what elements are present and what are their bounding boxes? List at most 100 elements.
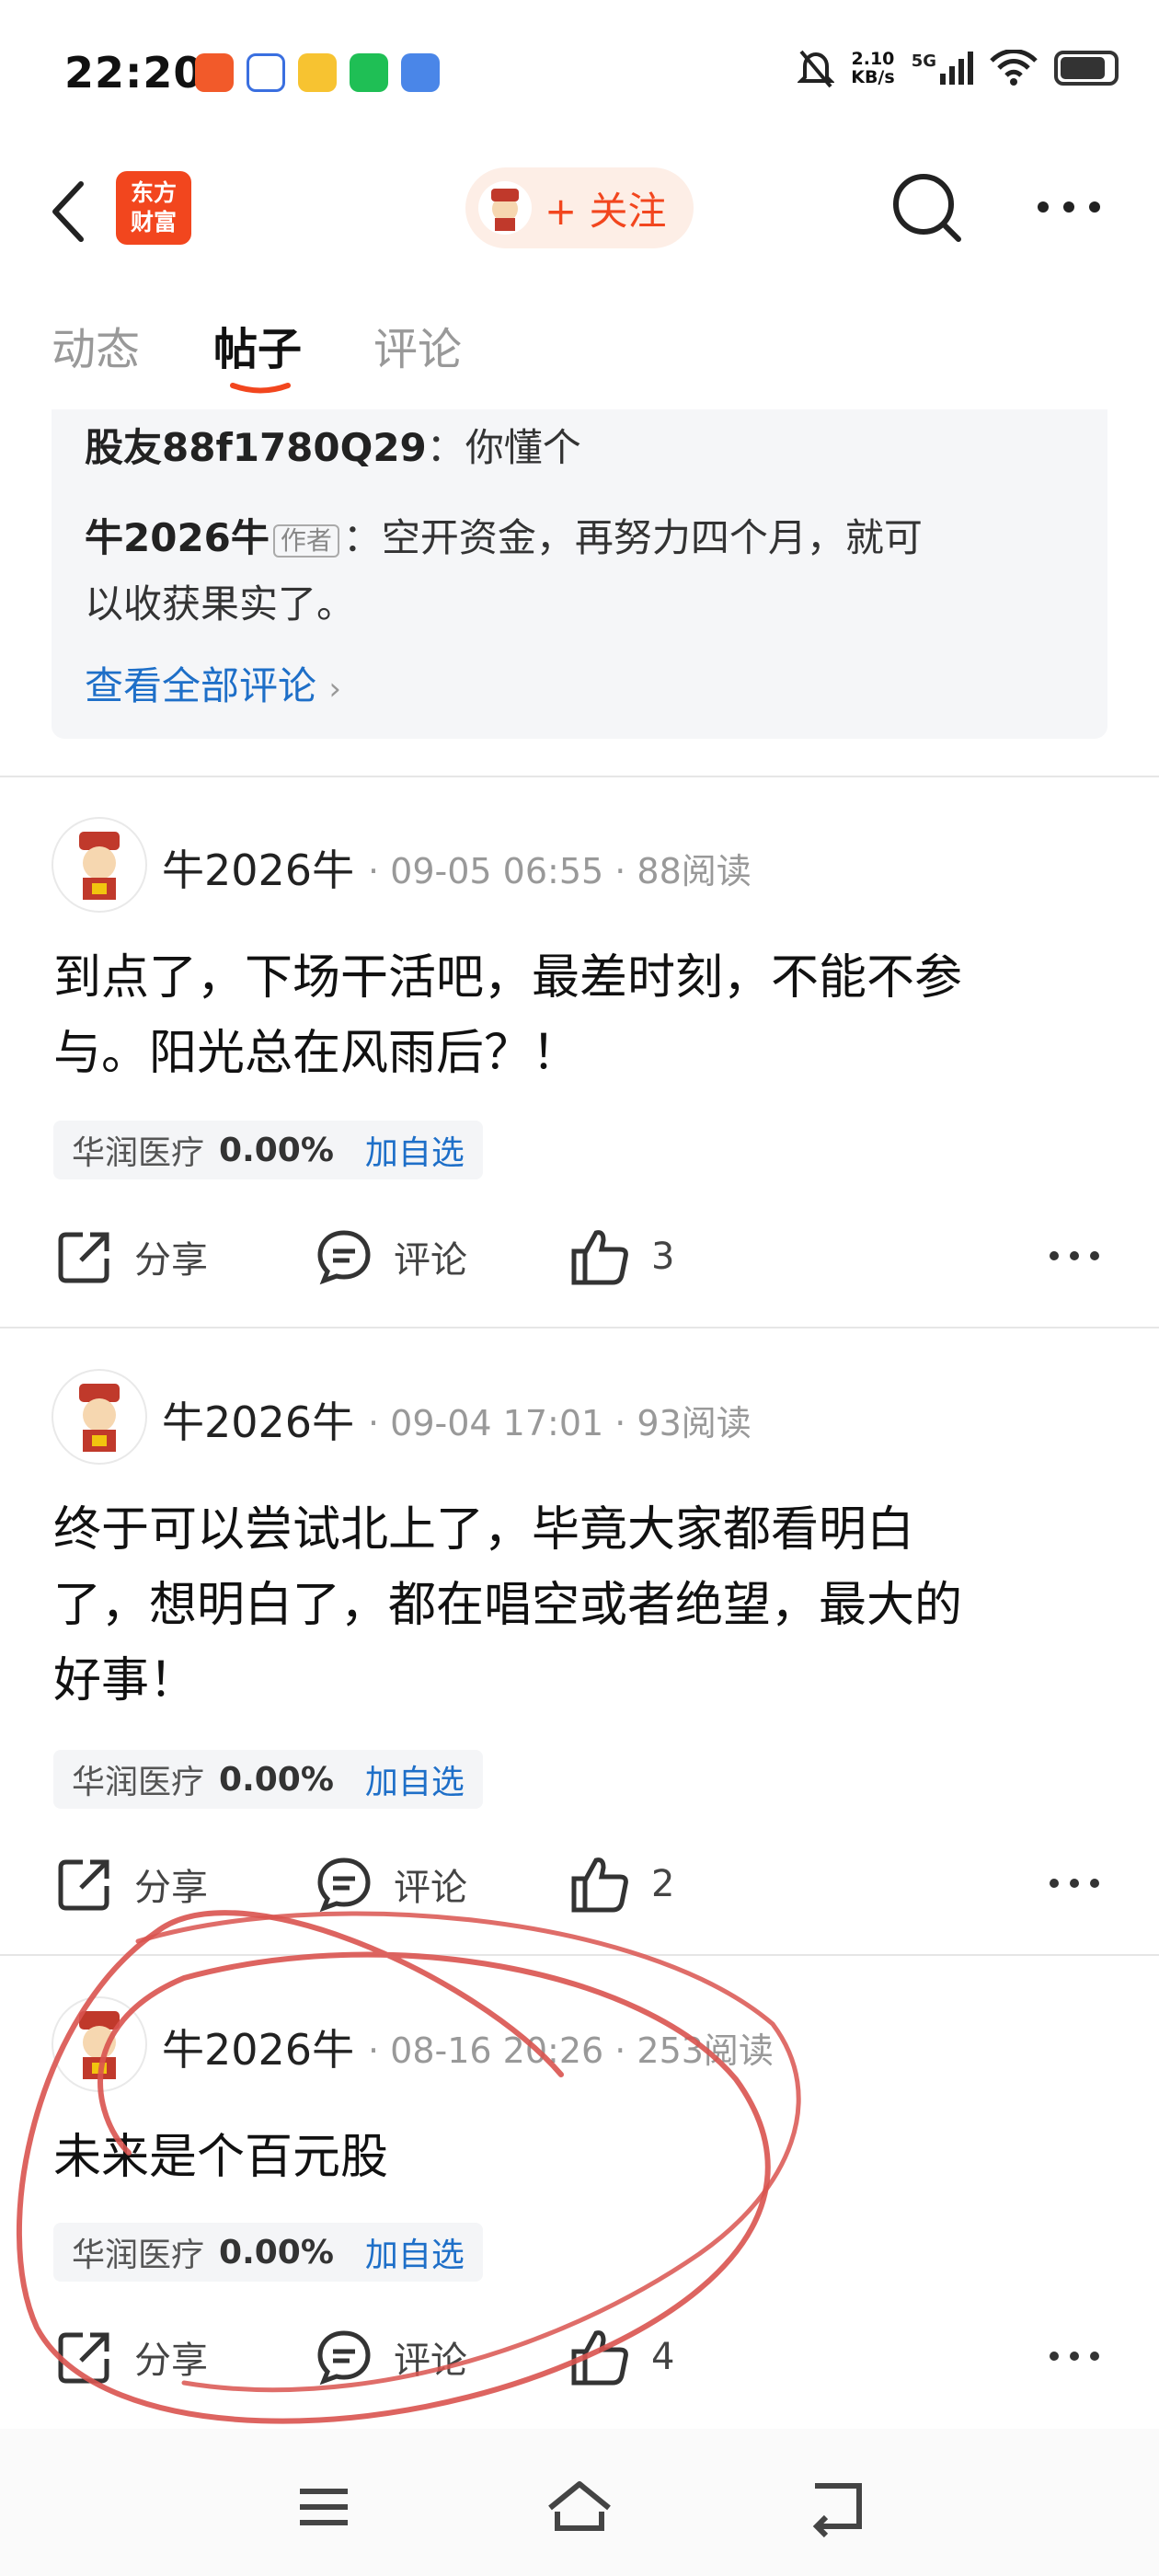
add-watchlist-button[interactable]: 加自选 [365, 1126, 465, 1174]
avatar[interactable] [52, 1996, 147, 2092]
tab-active-indicator [230, 383, 291, 394]
network-type: 5G [911, 52, 936, 71]
post-meta: · 09-04 17:01 · 93阅读 [368, 1403, 752, 1443]
follow-button[interactable]: + 关注 [465, 167, 694, 248]
avatar [478, 181, 532, 235]
stock-change: 0.00% [219, 1760, 334, 1799]
share-button[interactable]: 分享 [55, 1855, 208, 1914]
comment-label: 评论 [394, 1239, 467, 1282]
like-count: 3 [651, 1236, 675, 1278]
comment-line-2-cont: 以收获果实了。 [85, 581, 356, 627]
stock-name: 华润医疗 [72, 1764, 205, 1801]
weibo-icon [298, 53, 337, 92]
share-icon [58, 2332, 109, 2384]
tab-posts[interactable]: 帖子 [213, 313, 302, 377]
comment-button[interactable]: 评论 [315, 1855, 467, 1914]
comment-button[interactable]: 评论 [315, 1227, 467, 1286]
post-body[interactable]: 未来是个百元股 [53, 2120, 1111, 2195]
net-speed-unit: KB/s [851, 67, 895, 87]
post-body-line: 未来是个百元股 [53, 2130, 389, 2185]
notification-icons [195, 53, 440, 92]
battery-icon [1054, 51, 1119, 86]
avatar[interactable] [52, 1369, 147, 1465]
more-options-icon[interactable] [1032, 184, 1106, 230]
chart-app-icon [401, 53, 440, 92]
share-label: 分享 [134, 1867, 208, 1909]
home-icon[interactable] [543, 2475, 616, 2539]
post-meta: · 08-16 20:26 · 253阅读 [368, 2030, 774, 2071]
status-bar: 22:20 2.10 KB/s 5G [0, 0, 1159, 147]
stock-name: 华润医疗 [72, 2237, 205, 2274]
eastmoney-logo: 东方 财富 [116, 171, 191, 245]
like-button[interactable]: 2 [570, 1855, 674, 1914]
like-button[interactable]: 4 [570, 2328, 674, 2386]
post-body[interactable]: 终于可以尝试北上了，毕竟大家都看明白 了，想明白了，都在唱空或者绝望，最大的 好… [53, 1492, 1111, 1719]
comment-icon [317, 1230, 371, 1285]
avatar[interactable] [52, 817, 147, 913]
tab-dynamics[interactable]: 动态 [52, 313, 140, 377]
comment-button[interactable]: 评论 [315, 2328, 467, 2386]
back-icon[interactable] [44, 175, 99, 248]
view-all-comments-link[interactable]: 查看全部评论 › [85, 655, 341, 711]
wifi-icon [990, 50, 1038, 86]
more-icon[interactable] [1047, 2342, 1102, 2370]
divider [0, 1954, 1159, 1956]
baidu-icon [247, 53, 285, 92]
tab-comments[interactable]: 评论 [373, 313, 462, 377]
post-author[interactable]: 牛2026牛 [162, 2017, 354, 2077]
comment-line-1: 股友88f1780Q29：你懂个 [85, 416, 581, 480]
add-watchlist-button[interactable]: 加自选 [365, 1755, 465, 1803]
comment-line-2: 牛2026牛 作者 ：空开资金，再努力四个月，就可 [85, 506, 923, 570]
share-icon [58, 1859, 109, 1911]
logo-line1: 东方 [130, 179, 177, 206]
back-nav-icon[interactable] [800, 2475, 874, 2539]
post-author[interactable]: 牛2026牛 [162, 1389, 354, 1450]
share-button[interactable]: 分享 [55, 2328, 208, 2386]
stock-tag[interactable]: 华润医疗 0.00% 加自选 [53, 2223, 483, 2282]
post-body-line: 好事！ [53, 1653, 198, 1708]
share-icon [58, 1232, 109, 1283]
logo-line2: 财富 [130, 209, 177, 236]
chevron-right-icon: › [328, 671, 341, 707]
like-count: 4 [651, 2336, 675, 2378]
stock-tag[interactable]: 华润医疗 0.00% 加自选 [53, 1750, 483, 1809]
share-label: 分享 [134, 2340, 208, 2382]
status-time: 22:20 [64, 48, 204, 98]
stock-change: 0.00% [219, 2233, 334, 2271]
follow-label: + 关注 [545, 188, 667, 234]
post-body-line: 到点了，下场干活吧，最差时刻，不能不参 [53, 950, 963, 1006]
comment-user[interactable]: 股友88f1780Q29 [85, 425, 427, 470]
comment-text: 你懂个 [465, 425, 581, 470]
post-meta: · 09-05 06:55 · 88阅读 [368, 851, 752, 891]
more-icon[interactable] [1047, 1869, 1102, 1897]
divider [0, 1327, 1159, 1328]
stock-tag[interactable]: 华润医疗 0.00% 加自选 [53, 1121, 483, 1179]
like-button[interactable]: 3 [570, 1227, 674, 1286]
menu-icon[interactable] [287, 2475, 361, 2539]
search-icon[interactable] [889, 169, 966, 247]
post-body-line: 终于可以尝试北上了，毕竟大家都看明白 [53, 1502, 915, 1558]
mute-bell-icon [798, 50, 835, 88]
net-speed-value: 2.10 [851, 49, 895, 69]
comment-label: 评论 [394, 2340, 467, 2382]
post-body-line: 与。阳光总在风雨后？！ [53, 1026, 580, 1081]
thumbs-up-icon [571, 2330, 628, 2386]
add-watchlist-button[interactable]: 加自选 [365, 2228, 465, 2276]
comment-sep: ： [426, 425, 465, 470]
comment-icon [317, 1857, 371, 1913]
wechat-icon [350, 53, 388, 92]
post-author[interactable]: 牛2026牛 [162, 837, 354, 898]
more-icon[interactable] [1047, 1242, 1102, 1270]
share-button[interactable]: 分享 [55, 1227, 208, 1286]
comment-text: ：空开资金，再努力四个月，就可 [342, 515, 923, 560]
app-icon [195, 53, 234, 92]
stock-change: 0.00% [219, 1131, 334, 1169]
net-speed: 2.10 KB/s [851, 50, 894, 86]
signal-icon: 5G [912, 52, 973, 85]
post-body-line: 了，想明白了，都在唱空或者绝望，最大的 [53, 1578, 963, 1633]
thumbs-up-icon [571, 1857, 628, 1913]
share-label: 分享 [134, 1239, 208, 1282]
post-body[interactable]: 到点了，下场干活吧，最差时刻，不能不参 与。阳光总在风雨后？！ [53, 940, 1111, 1091]
thumbs-up-icon [571, 1230, 628, 1285]
comment-user[interactable]: 牛2026牛 [85, 515, 270, 560]
